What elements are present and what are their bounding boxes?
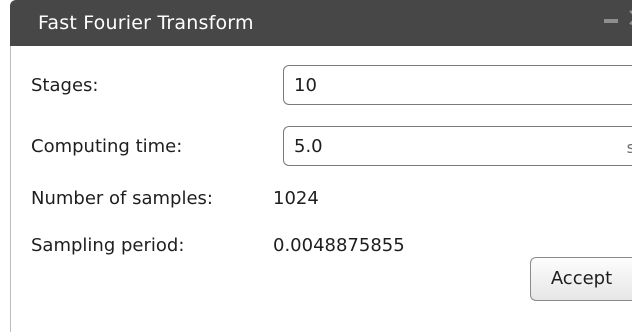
number-of-samples-value: 1024 bbox=[273, 188, 319, 209]
fft-dialog: Fast Fourier Transform ✕ Stages: 10 Comp… bbox=[0, 0, 632, 332]
accept-button[interactable]: Accept bbox=[530, 257, 632, 301]
computing-time-label: Computing time: bbox=[31, 136, 183, 157]
computing-time-input[interactable]: 5.0 s bbox=[283, 126, 632, 166]
sampling-period-value: 0.0048875855 bbox=[273, 235, 405, 256]
close-icon[interactable]: ✕ bbox=[626, 5, 632, 33]
computing-time-input-value: 5.0 bbox=[294, 136, 323, 157]
window-title: Fast Fourier Transform bbox=[38, 12, 254, 34]
stages-input[interactable]: 10 bbox=[283, 65, 632, 105]
stages-input-value: 10 bbox=[294, 75, 317, 96]
title-bar[interactable]: Fast Fourier Transform ✕ bbox=[10, 0, 632, 46]
sampling-period-label: Sampling period: bbox=[31, 235, 185, 256]
stages-label: Stages: bbox=[31, 75, 99, 96]
number-of-samples-label: Number of samples: bbox=[31, 188, 213, 209]
computing-time-unit: s bbox=[626, 138, 632, 157]
minimize-icon[interactable] bbox=[604, 6, 618, 23]
